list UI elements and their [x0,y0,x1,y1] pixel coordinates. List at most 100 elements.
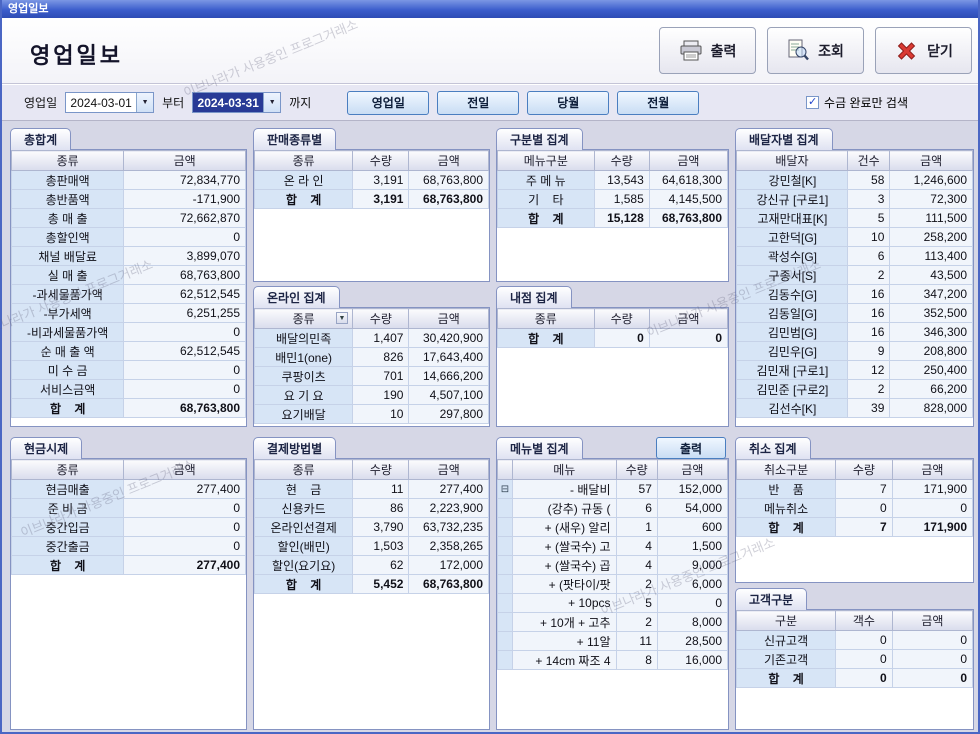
range-button-business-day[interactable]: 영업일 [347,90,430,115]
date-from-value[interactable]: 2024-03-01 [66,93,136,112]
table-row[interactable]: 중간출금 0 [11,536,246,556]
table-row[interactable]: 주 메 뉴 13,543 64,618,300 [497,170,728,190]
table-row[interactable]: (강추) 규동 (6 54,000 [497,498,728,518]
table-row[interactable]: + (팟타이/팟 2 6,000 [497,574,728,594]
column-header[interactable]: 수량 [593,308,650,329]
panel-cash-tab[interactable]: 현금시제 [10,437,83,459]
table-row[interactable]: 합 계00 [736,668,973,688]
date-to-value[interactable]: 2024-03-31 [193,93,264,112]
table-row[interactable]: 할인(요기요) 62 172,000 [254,555,489,575]
column-header[interactable]: 종류 [497,308,595,329]
table-row[interactable]: -과세물품가액 62,512,545 [11,284,246,304]
table-row[interactable]: 배달의민족 1,407 30,420,900 [254,328,489,348]
column-header[interactable]: 수량 [615,459,658,480]
table-row[interactable]: + (새우) 알리 1 600 [497,517,728,537]
column-header[interactable]: 구분 [736,610,837,631]
table-row[interactable]: 김동수[G] 16 347,200 [736,284,973,304]
table-row[interactable]: 합 계 277,400 [11,555,246,575]
table-row[interactable]: 김민우[G] 9 208,800 [736,341,973,361]
column-header[interactable]: 객수 [835,610,893,631]
range-button-previous-month[interactable]: 전월 [617,90,700,115]
checkbox-check-icon[interactable]: ✓ [806,96,820,109]
table-row[interactable]: 메뉴취소 0 0 [736,498,973,518]
table-row[interactable]: 강민철[K] 58 1,246,600 [736,170,973,190]
title-bar[interactable]: 영업일보 [2,0,978,18]
search-button[interactable]: 조회 [767,27,864,74]
table-row[interactable]: 기존고객 0 0 [736,649,973,669]
table-row[interactable]: 총판매액 72,834,770 [11,170,246,190]
table-row[interactable]: + (쌀국수) 고 4 1,500 [497,536,728,556]
panel-category-tab[interactable]: 구분별 집계 [496,128,583,150]
table-row[interactable]: 곽성수[G] 6 113,400 [736,246,973,266]
panel-payment-tab[interactable]: 결제방법별 [253,437,337,459]
table-row[interactable]: + 10pcs 5 0 [497,593,728,613]
table-row[interactable]: 김선수[K] 39 828,000 [736,398,973,418]
table-row[interactable]: 실 매 출 68,763,800 [11,265,246,285]
table-row[interactable]: 합 계 5,452 68,763,800 [254,574,489,594]
column-header[interactable]: 메뉴구분 [497,150,595,171]
table-row[interactable]: 김민범[G] 16 346,300 [736,322,973,342]
panel-deliverer-tab[interactable]: 배달자별 집계 [735,128,833,150]
column-header[interactable]: 취소구분 [736,459,837,480]
column-header[interactable]: 종류 [11,459,125,480]
table-row[interactable]: -부가세액 6,251,255 [11,303,246,323]
table-row[interactable]: 신용카드 86 2,223,900 [254,498,489,518]
table-row[interactable]: 고재만대표[K] 5 111,500 [736,208,973,228]
table-row[interactable]: 요 기 요 190 4,507,100 [254,385,489,405]
collected-only-checkbox[interactable]: ✓ 수금 완료만 검색 [806,94,908,111]
column-header[interactable]: 수량 [593,150,650,171]
panel-total-tab[interactable]: 총합계 [10,128,72,150]
column-header[interactable]: 금액 [889,150,973,171]
column-header[interactable]: 수량 [352,459,410,480]
table-row[interactable]: 현금매출 277,400 [11,479,246,499]
column-header[interactable]: 금액 [408,459,489,480]
table-row[interactable]: 총할인액 0 [11,227,246,247]
table-row[interactable]: 김민재 [구로1] 12 250,400 [736,360,973,380]
table-row[interactable]: 온 라 인 3,191 68,763,800 [254,170,489,190]
table-row[interactable]: 할인(배민) 1,503 2,358,265 [254,536,489,556]
table-row[interactable]: 기 타 1,585 4,145,500 [497,189,728,209]
column-header[interactable]: 종류 [254,150,354,171]
column-header[interactable]: 금액 [648,308,728,329]
table-row[interactable]: 구종서[S] 2 43,500 [736,265,973,285]
table-row[interactable]: 김동일[G] 16 352,500 [736,303,973,323]
column-header[interactable]: 수량 [835,459,893,480]
table-row[interactable]: + 14cm 짜조 4 8 16,000 [497,650,728,670]
table-row[interactable]: 김민준 [구로2] 2 66,200 [736,379,973,399]
column-header[interactable]: 메뉴 [512,459,617,480]
table-row[interactable]: 요기배달 10 297,800 [254,404,489,424]
date-to-input[interactable]: 2024-03-31 ▼ [192,92,282,113]
column-header[interactable]: 종류 [254,459,354,480]
dropdown-arrow-icon[interactable]: ▼ [136,93,154,112]
table-row[interactable]: 배민1(one) 826 17,643,400 [254,347,489,367]
table-row[interactable]: 고한덕[G] 10 258,200 [736,227,973,247]
panel-sales-type-tab[interactable]: 판매종류별 [253,128,337,150]
panel-online-tab[interactable]: 온라인 집계 [253,286,340,308]
table-row[interactable]: 쿠팡이츠 701 14,666,200 [254,366,489,386]
column-header[interactable]: 건수 [846,150,891,171]
column-header[interactable]: 금액 [891,459,973,480]
column-header[interactable]: 금액 [656,459,728,480]
dropdown-arrow-icon[interactable]: ▼ [263,93,281,112]
column-header[interactable]: 금액 [408,150,489,171]
table-row[interactable]: 총 매 출 72,662,870 [11,208,246,228]
table-row[interactable]: -비과세물품가액 0 [11,322,246,342]
table-row[interactable]: + 10개 + 고추 2 8,000 [497,612,728,632]
table-row[interactable]: 합 계 3,191 68,763,800 [254,189,489,209]
table-row[interactable]: 강신규 [구로1] 3 72,300 [736,189,973,209]
column-header[interactable]: 금액 [648,150,728,171]
table-row[interactable]: 준 비 금0 [11,498,246,518]
filter-icon[interactable]: ▼ [336,312,348,324]
table-row[interactable]: 중간입금 0 [11,517,246,537]
table-row[interactable]: 채널 배달료 3,899,070 [11,246,246,266]
panel-cancel-tab[interactable]: 취소 집계 [735,437,811,459]
table-row[interactable]: + (쌀국수) 곱 4 9,000 [497,555,728,575]
column-header[interactable]: 종류 [11,150,125,171]
column-header[interactable]: 배달자 [736,150,848,171]
column-header[interactable]: 금액 [123,459,246,480]
panel-store-tab[interactable]: 내점 집계 [496,286,572,308]
menu-print-button[interactable]: 출력 [656,437,726,459]
table-row[interactable]: 미 수 금0 [11,360,246,380]
column-header[interactable]: 금액 [408,308,489,329]
table-row[interactable]: 온라인선결제 3,790 63,732,235 [254,517,489,537]
